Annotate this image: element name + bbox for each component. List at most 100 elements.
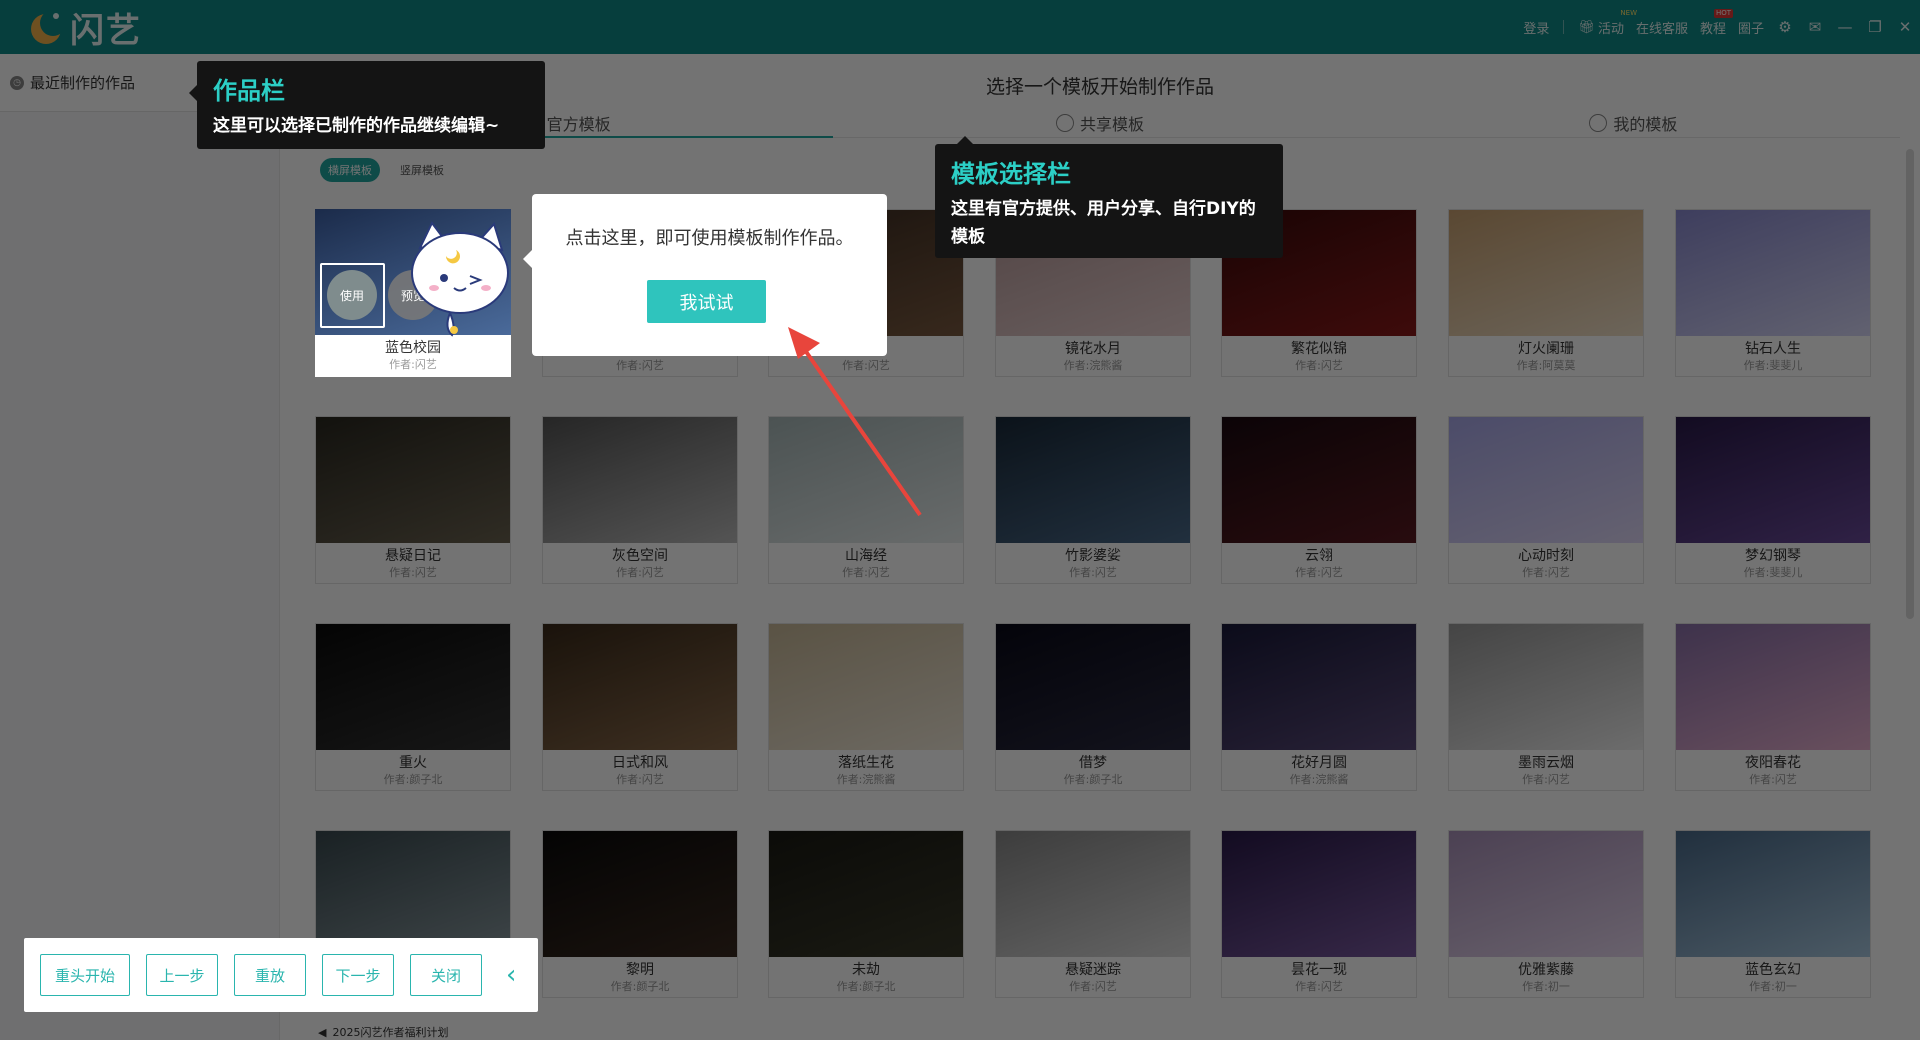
template-thumbnail — [1676, 210, 1870, 336]
works-tooltip-title: 作品栏 — [213, 77, 285, 105]
template-author: 作者:颜子北 — [836, 980, 896, 993]
settings-icon[interactable]: ⚙ — [1770, 0, 1800, 54]
prev-step-button[interactable]: 上一步 — [146, 954, 218, 996]
template-card[interactable]: 未劫 作者:颜子北 — [768, 830, 964, 998]
tooltip-arrow — [523, 250, 532, 268]
title-bar: 闪艺 登录 🎁︎ 活动 NEW 在线客服 教程 HOT 圈子 ⚙ ✉ — ❐ ✕ — [0, 0, 1920, 54]
speaker-icon: ◀ — [318, 1025, 327, 1039]
template-author: 作者:闪艺 — [616, 773, 664, 786]
template-name: 云翎 — [1305, 548, 1333, 564]
subtab-landscape[interactable]: 横屏模板 — [320, 158, 380, 182]
template-author: 作者:闪艺 — [616, 359, 664, 372]
template-author: 作者:颜子北 — [1063, 773, 1123, 786]
community-link[interactable]: 圈子 — [1732, 0, 1770, 54]
template-name: 钻石人生 — [1745, 341, 1801, 357]
templates-tooltip-desc: 这里有官方提供、用户分享、自行DIY的模板 — [951, 199, 1256, 247]
activity-link[interactable]: 🎁︎ 活动 NEW — [1572, 0, 1637, 54]
gift-icon: 🎁︎ — [1578, 19, 1595, 35]
template-card[interactable]: 重火 作者:颜子北 — [315, 623, 511, 791]
template-card[interactable]: 竹影婆娑 作者:闪艺 — [995, 416, 1191, 584]
template-thumbnail — [769, 624, 963, 750]
template-name: 蓝色校园 — [385, 340, 441, 356]
template-author: 作者:闪艺 — [1749, 773, 1797, 786]
template-thumbnail — [1676, 417, 1870, 543]
close-icon[interactable]: ✕ — [1890, 0, 1920, 54]
template-name: 夜阳春花 — [1745, 755, 1801, 771]
template-card[interactable]: 日式和风作者:闪艺 — [542, 623, 738, 791]
template-author: 作者:闪艺 — [1295, 359, 1343, 372]
collapse-chevron-icon[interactable]: ‹ — [506, 960, 516, 990]
sidebar: ◷ 最近制作的作品 — [0, 54, 280, 1040]
pointer-arrow-icon — [788, 327, 922, 517]
template-thumbnail — [543, 417, 737, 543]
recent-works-label: 最近制作的作品 — [30, 74, 136, 92]
scrollbar[interactable] — [1906, 149, 1914, 619]
minimize-icon[interactable]: — — [1830, 0, 1860, 54]
template-thumbnail — [1449, 624, 1643, 750]
template-thumbnail — [769, 831, 963, 957]
template-thumbnail — [996, 831, 1190, 957]
template-name: 繁花似锦 — [1291, 341, 1347, 357]
works-tooltip-desc: 这里可以选择已制作的作品继续编辑~ — [213, 116, 500, 136]
template-author: 作者:闪艺 — [1295, 980, 1343, 993]
template-card[interactable]: 心动时刻 作者:闪艺 — [1448, 416, 1644, 584]
hot-badge: HOT — [1713, 9, 1734, 18]
template-card[interactable]: 夜阳春花作者:闪艺 — [1675, 623, 1871, 791]
replay-button[interactable]: 重放 — [234, 954, 306, 996]
template-thumbnail — [543, 624, 737, 750]
app-name: 闪艺 — [70, 10, 142, 51]
support-link[interactable]: 在线客服 — [1630, 0, 1694, 54]
template-name: 日式和风 — [612, 755, 668, 771]
template-card[interactable]: 借梦作者:颜子北 — [995, 623, 1191, 791]
template-card[interactable]: 墨雨云烟 作者:闪艺 — [1448, 623, 1644, 791]
template-author: 作者:浣熊酱 — [836, 773, 896, 786]
activity-label: 活动 — [1597, 21, 1624, 37]
template-author: 作者:初一 — [1749, 980, 1797, 993]
template-card[interactable]: 灰色空间 作者:闪艺 — [542, 416, 738, 584]
template-name: 梦幻钢琴 — [1745, 548, 1801, 564]
tutorial-label: 教程 — [1699, 21, 1726, 37]
subtab-portrait[interactable]: 竖屏模板 — [392, 158, 452, 182]
tab-shared[interactable]: 共享模板 — [833, 108, 1366, 137]
template-card[interactable]: 黎明 作者:颜子北 — [542, 830, 738, 998]
templates-tooltip: 模板选择栏 这里有官方提供、用户分享、自行DIY的模板 — [935, 136, 1283, 258]
tutorial-link[interactable]: 教程 HOT — [1694, 0, 1734, 54]
template-card[interactable]: 花好月圆 作者:浣熊酱 — [1221, 623, 1417, 791]
share-icon — [1055, 113, 1074, 132]
template-card[interactable]: 昙花一现 作者:闪艺 — [1221, 830, 1417, 998]
mascot-cat-icon — [402, 218, 522, 338]
restore-icon[interactable]: ❐ — [1860, 0, 1890, 54]
use-button-highlight — [320, 263, 385, 328]
template-name: 悬疑日记 — [385, 548, 441, 564]
mail-icon[interactable]: ✉ — [1800, 0, 1830, 54]
template-card[interactable]: 梦幻钢琴 作者:斐斐儿 — [1675, 416, 1871, 584]
next-step-button[interactable]: 下一步 — [322, 954, 394, 996]
template-card[interactable]: 钻石人生 作者:斐斐儿 — [1675, 209, 1871, 377]
try-button[interactable]: 我试试 — [647, 280, 766, 323]
template-name: 借梦 — [1079, 755, 1107, 771]
template-card[interactable]: 蓝色玄幻作者:初一 — [1675, 830, 1871, 998]
restart-button[interactable]: 重头开始 — [40, 954, 130, 996]
orientation-tabs: 横屏模板 竖屏模板 — [320, 158, 452, 182]
footer-note-label: 2025闪艺作者福利计划 — [332, 1026, 449, 1039]
tooltip-arrow — [189, 85, 197, 101]
footer-note[interactable]: ◀ 2025闪艺作者福利计划 — [318, 1024, 448, 1040]
template-card[interactable]: 云翎 作者:闪艺 — [1221, 416, 1417, 584]
template-thumbnail — [1222, 624, 1416, 750]
tab-mine[interactable]: 我的模板 — [1367, 108, 1900, 137]
template-thumbnail — [316, 417, 510, 543]
template-name: 蓝色玄幻 — [1745, 962, 1801, 978]
template-thumbnail — [996, 417, 1190, 543]
template-card[interactable]: 优雅紫藤 作者:初一 — [1448, 830, 1644, 998]
template-thumbnail — [316, 624, 510, 750]
template-card[interactable]: 悬疑迷踪 作者:闪艺 — [995, 830, 1191, 998]
template-card[interactable]: 灯火阑珊 作者:阿莫莫 — [1448, 209, 1644, 377]
template-author: 作者:闪艺 — [1069, 566, 1117, 579]
tab-shared-label: 共享模板 — [1079, 114, 1144, 134]
template-card[interactable]: 落纸生花 作者:浣熊酱 — [768, 623, 964, 791]
close-guide-button[interactable]: 关闭 — [410, 954, 482, 996]
template-card[interactable]: 悬疑日记 作者:闪艺 — [315, 416, 511, 584]
template-author: 作者:浣熊酱 — [1289, 773, 1349, 786]
template-thumbnail — [1449, 417, 1643, 543]
login-link[interactable]: 登录 — [1517, 0, 1555, 54]
